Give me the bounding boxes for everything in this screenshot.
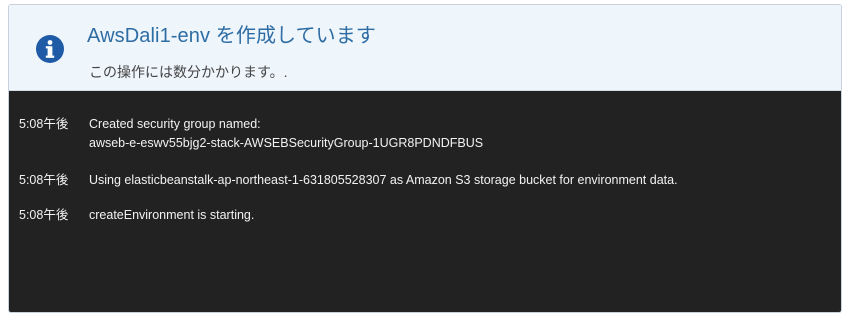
log-message-line: Created security group named: [89, 117, 261, 131]
log-message-line: awseb-e-eswv55bjg2-stack-AWSEBSecurityGr… [89, 136, 484, 150]
log-message: Using elasticbeanstalk-ap-northeast-1-63… [89, 173, 678, 187]
log-message: Created security group named: awseb-e-es… [89, 115, 483, 153]
notification-subtitle: この操作には数分かかります。. [89, 64, 288, 80]
log-timestamp: 5:08午後 [19, 208, 69, 222]
event-log[interactable]: 5:08午後 Created security group named: aws… [9, 91, 841, 312]
log-timestamp: 5:08午後 [19, 117, 69, 131]
log-entry: 5:08午後 createEnvironment is starting. [9, 206, 841, 225]
info-notification: AwsDali1-env を作成しています この操作には数分かかります。. [9, 5, 841, 91]
log-entry: 5:08午後 Using elasticbeanstalk-ap-northea… [9, 171, 841, 190]
log-entry: 5:08午後 Created security group named: aws… [9, 115, 841, 153]
notification-title: AwsDali1-env を作成しています [87, 25, 376, 47]
log-message: createEnvironment is starting. [89, 208, 255, 222]
environment-creation-panel: AwsDali1-env を作成しています この操作には数分かかります。. 5:… [8, 4, 842, 313]
log-timestamp: 5:08午後 [19, 173, 69, 187]
info-icon [36, 35, 64, 63]
